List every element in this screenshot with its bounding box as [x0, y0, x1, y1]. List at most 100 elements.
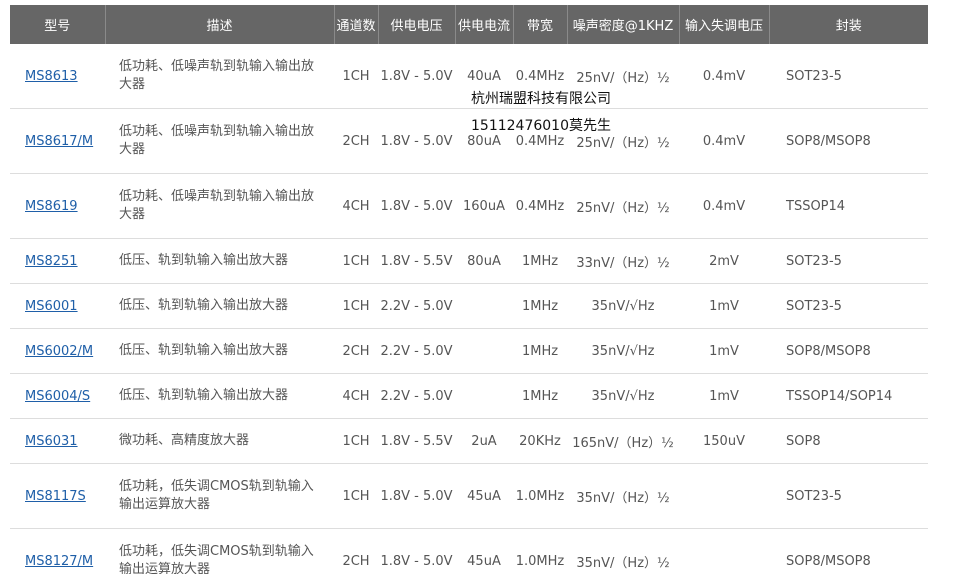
- cell-package: SOP8/MSOP8: [769, 328, 928, 374]
- cell-offset: 1mV: [679, 328, 769, 374]
- cell-package: SOP8: [769, 418, 928, 464]
- cell-voltage: 1.8V - 5.5V: [378, 238, 455, 284]
- cell-model: MS8251: [10, 238, 105, 284]
- cell-package: TSSOP14: [769, 173, 928, 239]
- table-row: MS6031 微功耗、高精度放大器 1CH 1.8V - 5.5V 2uA 20KHz 16…: [10, 418, 928, 464]
- cell-channels: 1CH: [334, 44, 378, 109]
- cell-noise: 35nV/√Hz: [567, 283, 679, 329]
- cell-current: 45uA: [455, 528, 513, 574]
- cell-voltage: 2.2V - 5.0V: [378, 373, 455, 419]
- cell-model: MS8117S: [10, 463, 105, 529]
- cell-desc: 低压、轨到轨输入输出放大器: [105, 328, 334, 374]
- header-description: 描述: [105, 5, 335, 44]
- model-link[interactable]: MS8117S: [25, 489, 86, 504]
- cell-bandwidth: 1MHz: [513, 283, 567, 329]
- cell-offset: [679, 528, 769, 574]
- product-table: 型号 描述 通道数 供电电压 供电电流 带宽 噪声密度@1KHZ 输入失调电压 …: [10, 5, 928, 574]
- cell-voltage: 1.8V - 5.5V: [378, 418, 455, 464]
- model-link[interactable]: MS6002/M: [25, 344, 93, 359]
- cell-model: MS8619: [10, 173, 105, 239]
- model-link[interactable]: MS6001: [25, 299, 78, 314]
- cell-noise: 25nV/（Hz）½: [567, 173, 679, 239]
- cell-noise: 35nV/（Hz）½: [567, 463, 679, 529]
- header-package: 封装: [769, 5, 928, 44]
- cell-noise: 35nV/（Hz）½: [567, 528, 679, 574]
- cell-noise: 165nV/（Hz）½: [567, 418, 679, 464]
- cell-bandwidth: 1MHz: [513, 238, 567, 284]
- cell-voltage: 1.8V - 5.0V: [378, 108, 455, 174]
- cell-package: SOP8/MSOP8: [769, 528, 928, 574]
- company-name-overlay: 杭州瑞盟科技有限公司: [471, 91, 611, 107]
- model-link[interactable]: MS6031: [25, 434, 78, 449]
- cell-voltage: 1.8V - 5.0V: [378, 463, 455, 529]
- cell-current: 160uA: [455, 173, 513, 239]
- table-row: MS8127/M 低功耗，低失调CMOS轨到轨输入输出运算放大器 2CH 1.8V -…: [10, 528, 928, 574]
- cell-offset: 0.4mV: [679, 108, 769, 174]
- contact-overlay: 15112476010莫先生: [471, 118, 611, 134]
- header-offset-voltage: 输入失调电压: [679, 5, 770, 44]
- header-channels: 通道数: [334, 5, 379, 44]
- cell-model: MS6001: [10, 283, 105, 329]
- model-link[interactable]: MS8619: [25, 199, 78, 214]
- cell-offset: 150uV: [679, 418, 769, 464]
- cell-model: MS6004/S: [10, 373, 105, 419]
- cell-package: SOT23-5: [769, 283, 928, 329]
- model-link[interactable]: MS8251: [25, 254, 78, 269]
- table-row: MS8617/M 低功耗、低噪声轨到轨输入输出放大器 2CH 1.8V - 5.0V 8…: [10, 108, 928, 174]
- cell-voltage: 1.8V - 5.0V: [378, 44, 455, 109]
- model-link[interactable]: MS6004/S: [25, 389, 90, 404]
- cell-channels: 1CH: [334, 463, 378, 529]
- cell-desc: 低功耗，低失调CMOS轨到轨输入输出运算放大器: [105, 463, 334, 529]
- header-model: 型号: [10, 5, 106, 44]
- cell-bandwidth: 0.4MHz: [513, 173, 567, 239]
- cell-channels: 1CH: [334, 418, 378, 464]
- cell-noise: 35nV/√Hz: [567, 373, 679, 419]
- cell-bandwidth: 1.0MHz: [513, 463, 567, 529]
- cell-voltage: 2.2V - 5.0V: [378, 328, 455, 374]
- cell-package: SOP8/MSOP8: [769, 108, 928, 174]
- cell-model: MS6031: [10, 418, 105, 464]
- table-row: MS8619 低功耗、低噪声轨到轨输入输出放大器 4CH 1.8V - 5.0V 160…: [10, 173, 928, 239]
- cell-package: SOT23-5: [769, 44, 928, 109]
- cell-noise: 33nV/（Hz）½: [567, 238, 679, 284]
- cell-offset: 0.4mV: [679, 44, 769, 109]
- cell-desc: 低功耗、低噪声轨到轨输入输出放大器: [105, 44, 334, 109]
- model-link[interactable]: MS8617/M: [25, 134, 93, 149]
- product-table-container: 型号 描述 通道数 供电电压 供电电流 带宽 噪声密度@1KHZ 输入失调电压 …: [10, 5, 928, 574]
- table-row: MS8117S 低功耗，低失调CMOS轨到轨输入输出运算放大器 1CH 1.8V - …: [10, 463, 928, 529]
- cell-model: MS8127/M: [10, 528, 105, 574]
- cell-channels: 2CH: [334, 108, 378, 174]
- table-row: MS8613 低功耗、低噪声轨到轨输入输出放大器 1CH 1.8V - 5.0V 40u…: [10, 44, 928, 109]
- cell-offset: 1mV: [679, 373, 769, 419]
- table-row: MS6001 低压、轨到轨输入输出放大器 1CH 2.2V - 5.0V 1MHz 35n…: [10, 283, 928, 329]
- cell-channels: 4CH: [334, 373, 378, 419]
- cell-desc: 低压、轨到轨输入输出放大器: [105, 283, 334, 329]
- cell-package: SOT23-5: [769, 238, 928, 284]
- cell-desc: 低压、轨到轨输入输出放大器: [105, 238, 334, 284]
- cell-voltage: 1.8V - 5.0V: [378, 528, 455, 574]
- cell-channels: 1CH: [334, 283, 378, 329]
- cell-current: [455, 283, 513, 329]
- cell-noise: 35nV/√Hz: [567, 328, 679, 374]
- cell-bandwidth: 1MHz: [513, 373, 567, 419]
- cell-bandwidth: 20KHz: [513, 418, 567, 464]
- header-bandwidth: 带宽: [513, 5, 568, 44]
- cell-voltage: 1.8V - 5.0V: [378, 173, 455, 239]
- cell-channels: 2CH: [334, 528, 378, 574]
- table-row: MS6004/S 低压、轨到轨输入输出放大器 4CH 2.2V - 5.0V 1MHz 3…: [10, 373, 928, 419]
- cell-desc: 低功耗、低噪声轨到轨输入输出放大器: [105, 108, 334, 174]
- model-link[interactable]: MS8127/M: [25, 554, 93, 569]
- cell-current: 80uA: [455, 238, 513, 284]
- cell-offset: 0.4mV: [679, 173, 769, 239]
- model-link[interactable]: MS8613: [25, 69, 78, 84]
- cell-current: 2uA: [455, 418, 513, 464]
- cell-desc: 低功耗，低失调CMOS轨到轨输入输出运算放大器: [105, 528, 334, 574]
- table-header-row: 型号 描述 通道数 供电电压 供电电流 带宽 噪声密度@1KHZ 输入失调电压 …: [10, 5, 928, 44]
- cell-bandwidth: 1.0MHz: [513, 528, 567, 574]
- cell-current: [455, 373, 513, 419]
- cell-current: 45uA: [455, 463, 513, 529]
- cell-bandwidth: 1MHz: [513, 328, 567, 374]
- cell-desc: 低压、轨到轨输入输出放大器: [105, 373, 334, 419]
- header-noise-density: 噪声密度@1KHZ: [567, 5, 680, 44]
- cell-package: SOT23-5: [769, 463, 928, 529]
